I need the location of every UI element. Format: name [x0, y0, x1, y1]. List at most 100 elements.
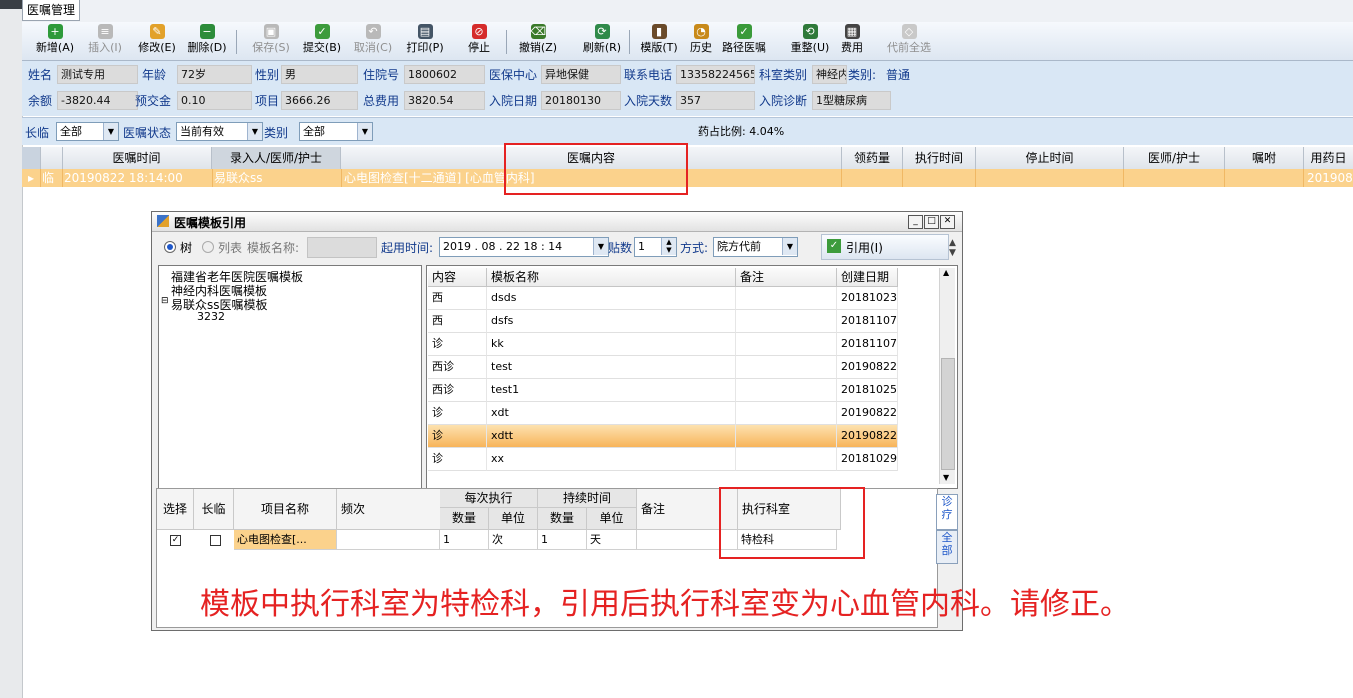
each-unit-cell[interactable]: 次	[489, 530, 538, 550]
content-cell[interactable]: 西诊	[428, 379, 487, 402]
note-header[interactable]: 备注	[736, 268, 837, 287]
template-name-header[interactable]: 模板名称	[487, 268, 736, 287]
note-cell[interactable]	[736, 287, 837, 310]
create-date-cell[interactable]: 20181023	[837, 287, 898, 310]
template-name-input[interactable]	[307, 237, 377, 258]
tab-order-management[interactable]: 医嘱管理	[22, 0, 81, 21]
order-status-select[interactable]: 当前有效 ▼	[176, 122, 263, 141]
delete-button[interactable]: − 删除(D)	[184, 24, 230, 58]
chevron-down-icon: ▼	[782, 238, 797, 255]
long-temp-select[interactable]: 全部 ▼	[56, 122, 119, 141]
template-name-cell[interactable]: xx	[487, 448, 736, 471]
pathway-button[interactable]: ✓ 路径医嘱	[720, 24, 768, 58]
view-tree-radio[interactable]	[164, 241, 176, 253]
note-cell[interactable]	[736, 402, 837, 425]
tab-all[interactable]: 全部	[936, 530, 958, 564]
create-date-cell[interactable]: 20190822	[837, 425, 898, 448]
template-name-cell[interactable]: xdt	[487, 402, 736, 425]
insurance-label: 医保中心	[489, 68, 538, 82]
template-name-cell[interactable]: dsds	[487, 287, 736, 310]
template-name-cell[interactable]: dsfs	[487, 310, 736, 333]
scroll-down-icon[interactable]: ▼	[943, 473, 949, 482]
exec-time-header[interactable]: 执行时间	[903, 147, 976, 169]
order-time-header[interactable]: 医嘱时间	[62, 147, 212, 169]
create-date-cell[interactable]: 20190822	[837, 356, 898, 379]
template-name-cell[interactable]: test1	[487, 379, 736, 402]
scroll-arrows-icon[interactable]: ▲ ▼	[949, 238, 956, 258]
start-time-picker[interactable]: 2019 . 08 . 22 18 : 14 ▼	[439, 237, 609, 257]
content-header[interactable]: 内容	[428, 268, 487, 287]
note-cell[interactable]	[736, 356, 837, 379]
template-name-cell[interactable]: test	[487, 356, 736, 379]
scroll-up-icon[interactable]: ▲	[943, 268, 949, 277]
create-date-cell[interactable]: 20181029	[837, 448, 898, 471]
proxy-select-button[interactable]: ◇ 代前全选	[884, 24, 934, 58]
note-cell[interactable]	[736, 448, 837, 471]
new-button[interactable]: + 新增(A)	[32, 24, 78, 58]
select-checkbox[interactable]: ✓	[170, 535, 181, 546]
tab-diagnosis[interactable]: 诊疗	[936, 494, 958, 530]
refresh-button[interactable]: ⟳ 刷新(R)	[579, 24, 625, 58]
withdraw-button[interactable]: ⌫ 撤销(Z)	[515, 24, 561, 58]
create-date-cell[interactable]: 20181107	[837, 310, 898, 333]
chevron-down-icon: ▼	[247, 123, 262, 140]
minimize-icon[interactable]: _	[908, 215, 923, 229]
reorganize-button[interactable]: ⟲ 重整(U)	[788, 24, 832, 58]
note-cell[interactable]	[736, 333, 837, 356]
content-cell[interactable]: 诊	[428, 448, 487, 471]
tree-node-3232[interactable]: 3232	[197, 310, 225, 323]
view-tree-label: 树	[180, 241, 193, 255]
print-button[interactable]: ▤ 打印(P)	[402, 24, 448, 58]
frequency-cell[interactable]	[337, 530, 440, 550]
drug-day-cell: 201908	[1307, 171, 1353, 185]
item-name-cell[interactable]: 心电图检查[...	[234, 530, 337, 550]
entered-by-header[interactable]: 录入人/医师/护士	[212, 147, 341, 169]
content-cell[interactable]: 诊	[428, 425, 487, 448]
inpatient-no-label: 住院号	[363, 68, 400, 82]
each-qty-cell[interactable]: 1	[440, 530, 489, 550]
template-name-cell[interactable]: xdtt	[487, 425, 736, 448]
type-select[interactable]: 全部 ▼	[299, 122, 373, 141]
create-date-header[interactable]: 创建日期	[837, 268, 898, 287]
quote-button[interactable]: ✓ 引用(I)	[821, 234, 949, 260]
duration-qty-cell[interactable]: 1	[538, 530, 587, 550]
note-cell[interactable]	[736, 425, 837, 448]
mode-select[interactable]: 院方代前 ▼	[713, 237, 798, 257]
submit-button[interactable]: ✓ 提交(B)	[299, 24, 345, 58]
instructions-header[interactable]: 嘱咐	[1225, 147, 1304, 169]
content-cell[interactable]: 西	[428, 287, 487, 310]
create-date-cell[interactable]: 20190822	[837, 402, 898, 425]
cancel-button[interactable]: ↶ 取消(C)	[350, 24, 396, 58]
content-cell[interactable]: 诊	[428, 402, 487, 425]
doctor-nurse-header[interactable]: 医师/护士	[1124, 147, 1225, 169]
name-label: 姓名	[28, 68, 53, 82]
tree-collapse-icon[interactable]: ⊟	[161, 296, 169, 306]
long-temp-checkbox[interactable]	[210, 535, 221, 546]
view-list-radio[interactable]	[202, 241, 214, 253]
create-date-cell[interactable]: 20181025	[837, 379, 898, 402]
template-button[interactable]: ▮ 模版(T)	[636, 24, 682, 58]
stop-time-header[interactable]: 停止时间	[976, 147, 1124, 169]
maximize-icon[interactable]: □	[924, 215, 939, 229]
content-cell[interactable]: 诊	[428, 333, 487, 356]
history-button[interactable]: ◔ 历史	[686, 24, 716, 58]
content-cell[interactable]: 西	[428, 310, 487, 333]
note-cell[interactable]	[736, 379, 837, 402]
scroll-thumb[interactable]	[941, 358, 955, 470]
insert-button[interactable]: ≡ 插入(I)	[82, 24, 128, 58]
save-button[interactable]: ▣ 保存(S)	[248, 24, 294, 58]
template-scrollbar[interactable]: ▲ ▼	[939, 268, 955, 484]
drug-day-header[interactable]: 用药日	[1304, 147, 1353, 169]
duration-unit-cell[interactable]: 天	[587, 530, 637, 550]
note-cell[interactable]	[736, 310, 837, 333]
dispense-qty-header[interactable]: 领药量	[842, 147, 903, 169]
close-icon[interactable]: ✕	[940, 215, 955, 229]
fee-button[interactable]: ▦ 费用	[838, 24, 866, 58]
create-date-cell[interactable]: 20181107	[837, 333, 898, 356]
template-name-cell[interactable]: kk	[487, 333, 736, 356]
modify-button[interactable]: ✎ 修改(E)	[134, 24, 180, 58]
insert-icon: ≡	[97, 24, 113, 39]
stick-stepper[interactable]: 1 ▲ ▼	[634, 237, 677, 257]
stop-button[interactable]: ⊘ 停止	[462, 24, 496, 58]
content-cell[interactable]: 西诊	[428, 356, 487, 379]
